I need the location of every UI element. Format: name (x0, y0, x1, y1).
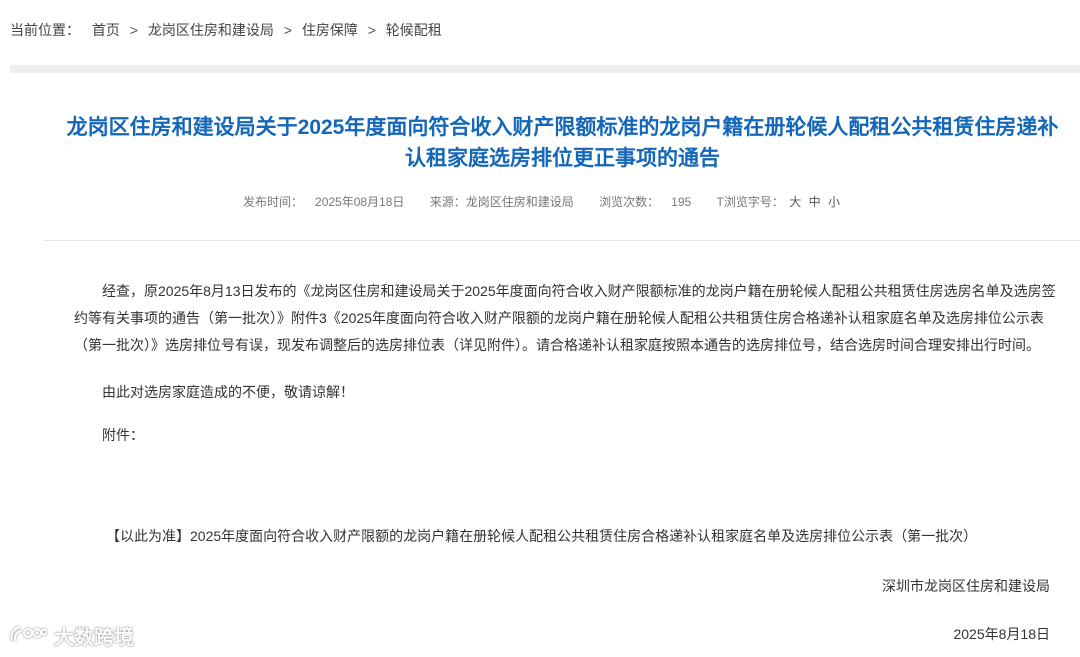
publish-time: 发布时间： 2025年08月18日 (243, 195, 408, 209)
breadcrumb-separator: > (129, 22, 138, 38)
breadcrumb-rental-queue-link[interactable]: 轮候配租 (386, 22, 442, 38)
breadcrumb-housing-security-link[interactable]: 住房保障 (302, 22, 358, 38)
source-value: 龙岗区住房和建设局 (465, 195, 574, 209)
view-count-value: 195 (671, 195, 692, 209)
body-paragraph: 经查，原2025年8月13日发布的《龙岗区住房和建设局关于2025年度面向符合收… (74, 283, 1056, 353)
font-size-large-button[interactable]: 大 (789, 195, 801, 209)
watermark: 大数跨境 (8, 620, 134, 650)
view-count: 浏览次数： 195 (599, 195, 694, 209)
header-divider-band (10, 65, 1080, 73)
attachment-link[interactable]: 【以此为准】2025年度面向符合收入财产限额的龙岗户籍在册轮候人配租公共租赁住房… (106, 524, 977, 548)
article-body: 经查，原2025年8月13日发布的《龙岗区住房和建设局关于2025年度面向符合收… (74, 278, 1064, 449)
article-meta: 发布时间： 2025年08月18日 来源：龙岗区住房和建设局 浏览次数： 195 T… (243, 192, 864, 212)
breadcrumb-bureau-link[interactable]: 龙岗区住房和建设局 (148, 22, 274, 38)
issuer-signature: 深圳市龙岗区住房和建设局 (882, 578, 1050, 594)
publish-time-value: 2025年08月18日 (315, 195, 405, 209)
view-count-label: 浏览次数： (599, 195, 660, 209)
source: 来源：龙岗区住房和建设局 (430, 195, 577, 209)
breadcrumb-home-link[interactable]: 首页 (92, 22, 120, 38)
font-size-label: T浏览字号： (716, 195, 784, 209)
breadcrumb-separator: > (283, 22, 292, 38)
breadcrumb-prefix: 当前位置： (10, 22, 80, 38)
weibo-logo-icon (10, 626, 48, 642)
source-label: 来源： (429, 195, 466, 209)
watermark-text: 大数跨境 (54, 626, 134, 649)
publish-time-label: 发布时间： (243, 195, 304, 209)
font-size-small-button[interactable]: 小 (828, 195, 840, 209)
meta-divider (44, 240, 1080, 241)
body-paragraph: 由此对选房家庭造成的不便，敬请谅解！ (102, 384, 354, 400)
attachment-heading: 附件： (102, 427, 144, 443)
font-size-medium-button[interactable]: 中 (809, 195, 821, 209)
article-title: 龙岗区住房和建设局关于2025年度面向符合收入财产限额标准的龙岗户籍在册轮候人配… (66, 116, 1059, 170)
breadcrumb-separator: > (367, 22, 376, 38)
breadcrumb: 当前位置： 首页 > 龙岗区住房和建设局 > 住房保障 > 轮候配租 (10, 18, 442, 42)
font-size-controls: T浏览字号： 大 中 小 (717, 195, 842, 209)
issue-date: 2025年8月18日 (953, 626, 1050, 642)
